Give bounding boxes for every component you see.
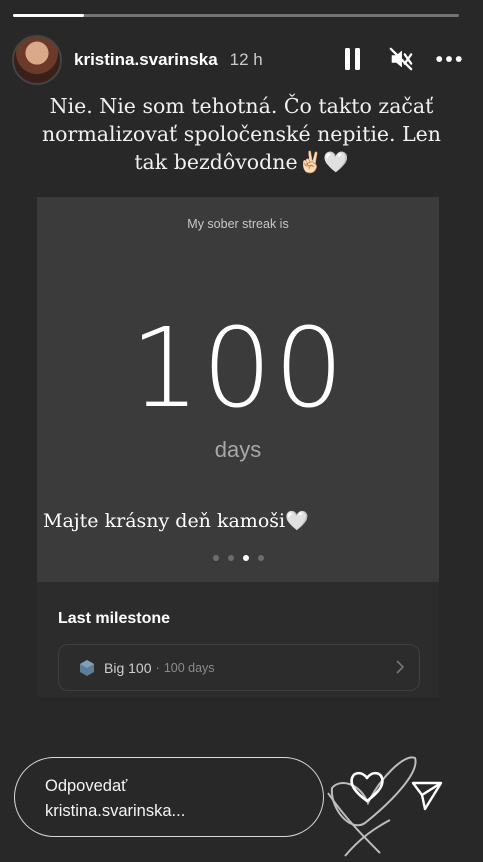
milestone-days: 100 days <box>163 660 215 675</box>
pager-dot <box>257 555 264 561</box>
reply-placeholder-line: kristina.svarinska... <box>45 802 186 820</box>
pause-icon[interactable] <box>340 44 366 74</box>
milestone-separator: · <box>155 660 160 675</box>
caption-line: normalizovať spoločenské nepitie. Len <box>41 122 442 146</box>
pager-dot <box>227 555 234 561</box>
sober-streak-card: My sober streak is 100 days Majte krásny… <box>37 197 439 582</box>
pager-dot <box>212 555 219 561</box>
more-dots-icon[interactable] <box>436 44 462 74</box>
streak-unit: days <box>214 437 262 462</box>
pager-dots <box>37 555 439 561</box>
pager-dot <box>242 555 249 561</box>
username[interactable]: kristina.svarinska <box>74 50 218 70</box>
chevron-right-icon <box>396 660 405 674</box>
hexagon-badge-icon <box>80 659 94 676</box>
story-progress-bar <box>13 14 459 17</box>
milestone-name: Big 100 <box>104 659 152 676</box>
story-text-overlay: Majte krásny deň kamoši🤍 <box>43 510 309 532</box>
streak-value: 100 <box>130 304 346 432</box>
time-ago: 12 h <box>229 50 263 69</box>
paper-plane-icon[interactable] <box>410 778 444 817</box>
streak-label: My sober streak is <box>187 217 289 231</box>
milestone-panel: Last milestone Big 100 · 100 days <box>37 582 439 697</box>
story-caption: Nie. Nie som tehotná. Čo takto začať nor… <box>20 92 463 176</box>
caption-line: tak bezdôvodne✌🏻🤍 <box>134 150 349 174</box>
story-progress-fill <box>13 14 85 17</box>
reply-input[interactable]: Odpovedať kristina.svarinska... <box>14 757 324 837</box>
milestone-item: Big 100 · 100 days <box>58 644 420 691</box>
story-header: kristina.svarinska 12 h <box>12 34 472 86</box>
caption-line: Nie. Nie som tehotná. Čo takto začať <box>49 94 434 118</box>
muted-speaker-icon[interactable] <box>388 44 414 74</box>
heart-icon[interactable] <box>347 767 387 812</box>
avatar[interactable] <box>12 35 62 85</box>
milestone-title: Last milestone <box>58 610 171 627</box>
reply-placeholder-line: Odpovedať <box>45 777 128 795</box>
